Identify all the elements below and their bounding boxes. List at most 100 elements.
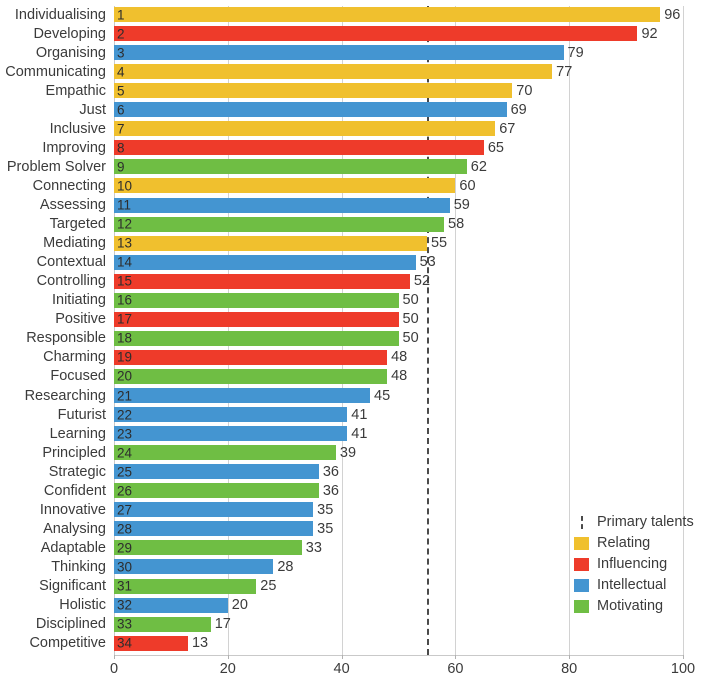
chart-row: Individualising 1 96 <box>15 6 683 23</box>
x-tick-mark <box>455 655 457 659</box>
bar: 19 <box>114 349 388 365</box>
bar-value-label: 79 <box>567 44 584 61</box>
bar: 15 <box>114 273 410 289</box>
legend-item: Primary talents <box>574 513 694 532</box>
bar-rank-label: 1 <box>117 6 125 22</box>
bar: 24 <box>114 445 336 461</box>
bar: 17 <box>114 311 399 327</box>
category-label: Communicating <box>5 63 106 80</box>
legend-label: Intellectual <box>597 577 667 594</box>
category-label: Learning <box>49 425 106 442</box>
legend-color-swatch <box>574 558 589 571</box>
category-label: Initiating <box>51 292 106 308</box>
category-label: Problem Solver <box>6 158 106 175</box>
bar: 25 <box>114 464 319 480</box>
bar-value-label: 96 <box>664 6 681 23</box>
bar-value-label: 55 <box>430 234 448 251</box>
bar-rank-label: 11 <box>117 197 132 213</box>
bar-rank-label: 29 <box>117 540 133 556</box>
x-tick-label: 0 <box>109 661 119 677</box>
bar-rank-label: 21 <box>117 387 133 403</box>
bar: 14 <box>114 254 416 270</box>
category-label: Mediating <box>43 234 106 251</box>
category-label: Positive <box>55 311 106 328</box>
legend-item: Relating <box>574 534 694 553</box>
x-tick-label: 40 <box>333 661 350 677</box>
category-label: Adaptable <box>40 539 106 556</box>
bar-value-label: 53 <box>419 253 436 270</box>
chart-row: Futurist 22 41 <box>58 407 683 423</box>
bar: 30 <box>114 559 274 575</box>
bar-value-label: 33 <box>305 539 322 556</box>
bar-rank-label: 6 <box>117 102 125 117</box>
x-tick-label: 20 <box>219 661 236 677</box>
category-label: Strategic <box>48 463 106 480</box>
bar-rank-label: 13 <box>117 235 133 251</box>
chart-row: Charming 19 48 <box>43 349 683 365</box>
category-label: Futurist <box>57 406 106 423</box>
bar: 33 <box>114 616 211 632</box>
bar-value-label: 65 <box>487 139 504 156</box>
bar: 1 <box>114 6 661 22</box>
bar-value-label: 77 <box>556 63 573 80</box>
x-tick-mark <box>683 655 684 659</box>
category-label: Significant <box>39 577 106 594</box>
chart-row: Competitive 34 13 <box>29 635 683 651</box>
bar-rank-label: 26 <box>117 483 133 498</box>
category-label: Connecting <box>32 177 106 194</box>
legend-label: Influencing <box>597 556 668 573</box>
bar: 9 <box>114 159 467 175</box>
x-tick-mark <box>569 655 571 659</box>
bar-rank-label: 9 <box>117 159 125 175</box>
bar-value-label: 48 <box>391 368 408 385</box>
dashed-line-icon <box>574 516 589 529</box>
bar-value-label: 36 <box>322 482 339 499</box>
bar: 22 <box>114 407 348 423</box>
bar-rank-label: 16 <box>117 292 133 308</box>
bar-rank-label: 33 <box>117 616 133 632</box>
category-label: Developing <box>33 25 106 42</box>
bar: 7 <box>114 121 496 137</box>
legend-item: Motivating <box>574 597 694 616</box>
chart-row: Just 6 69 <box>79 102 683 118</box>
chart-row: Positive 17 50 <box>55 311 683 327</box>
bar-rank-label: 15 <box>117 273 133 289</box>
chart-row: Researching 21 45 <box>25 387 683 404</box>
bar-rank-label: 19 <box>117 349 133 365</box>
chart-row: Principled 24 39 <box>42 444 683 461</box>
category-label: Thinking <box>51 558 106 575</box>
chart-row: Contextual 14 53 <box>37 253 683 270</box>
legend-label: Primary talents <box>597 514 694 531</box>
chart-legend: Primary talents Relating Influencing Intell… <box>574 513 694 616</box>
bar-rank-label: 5 <box>117 82 125 98</box>
x-tick-mark <box>227 655 229 659</box>
bar-value-label: 50 <box>402 292 419 308</box>
category-label: Improving <box>42 139 106 156</box>
category-label: Innovative <box>39 501 106 518</box>
category-label: Disciplined <box>35 615 106 632</box>
chart-row: Inclusive 7 67 <box>50 121 683 137</box>
bar: 5 <box>114 82 513 99</box>
chart-row: Confident 26 36 <box>44 482 683 499</box>
legend-color-swatch <box>574 579 589 592</box>
bar: 27 <box>114 502 314 518</box>
category-label: Contextual <box>36 253 106 270</box>
bar-value-label: 35 <box>317 520 334 537</box>
category-label: Charming <box>43 349 106 366</box>
chart-row: Developing 2 92 <box>33 25 683 42</box>
bar-rank-label: 28 <box>117 521 133 537</box>
category-label: Individualising <box>14 6 106 23</box>
bar-rank-label: 10 <box>117 178 133 194</box>
bar-rank-label: 2 <box>117 25 125 41</box>
bar-rank-label: 20 <box>117 368 133 384</box>
bar-value-label: 39 <box>339 444 357 461</box>
bar: 31 <box>114 578 257 594</box>
category-label: Just <box>79 101 106 118</box>
bar-value-label: 45 <box>374 387 391 404</box>
chart-row: Strategic 25 36 <box>49 464 683 480</box>
x-tick-label: 60 <box>447 661 464 677</box>
bar: 13 <box>114 235 427 251</box>
bar-rank-label: 27 <box>117 502 133 518</box>
bar-rank-label: 18 <box>117 330 133 346</box>
bar-rank-label: 14 <box>117 254 133 270</box>
